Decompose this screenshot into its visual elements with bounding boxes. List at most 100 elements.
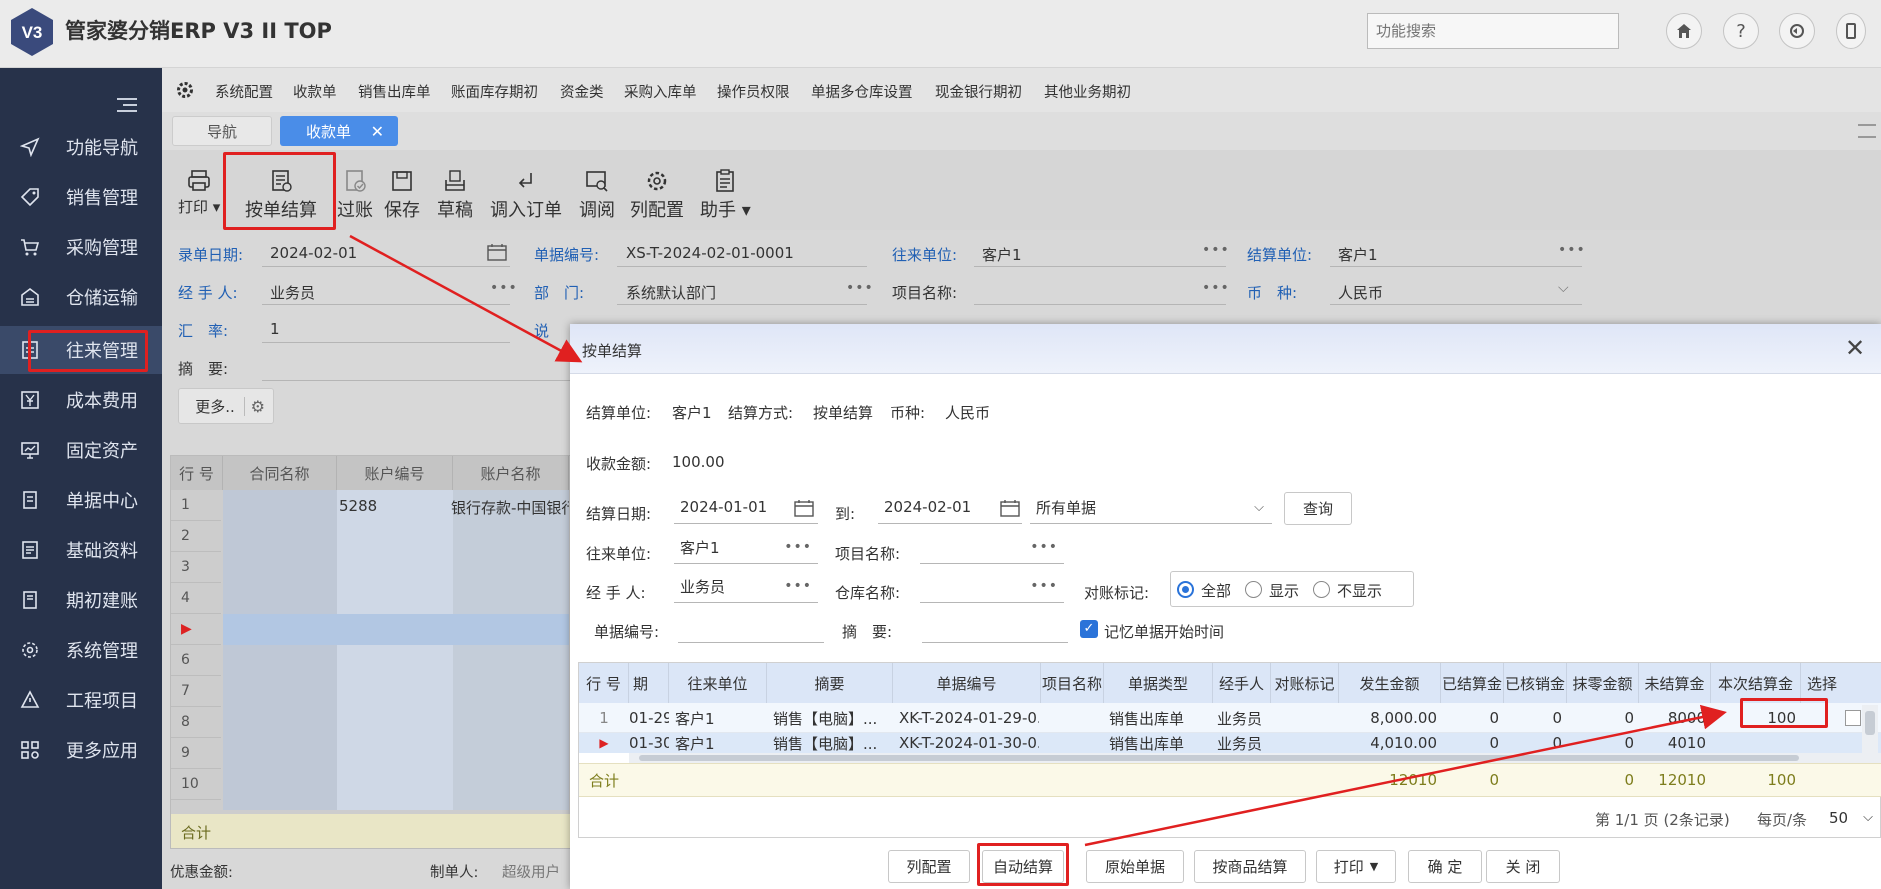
home-button[interactable]: [1666, 13, 1702, 49]
menu-link[interactable]: 资金类: [560, 81, 604, 102]
help-button[interactable]: ?: [1723, 13, 1759, 49]
sidebar-item-sales[interactable]: 销售管理: [0, 173, 162, 221]
menu-link[interactable]: 销售出库单: [358, 81, 431, 102]
menu-link[interactable]: 操作员权限: [717, 81, 790, 102]
account-no-cell[interactable]: 5288: [339, 497, 377, 515]
horizontal-scrollbar[interactable]: [629, 753, 1881, 763]
window-button[interactable]: [1836, 13, 1866, 49]
more-button[interactable]: 更多.. ⚙: [178, 388, 274, 424]
calendar-icon[interactable]: [794, 499, 814, 517]
calendar-icon[interactable]: [487, 243, 507, 261]
dlg-warehouse-input[interactable]: •••: [920, 570, 1064, 603]
assistant-button[interactable]: 助手 ▾: [700, 168, 751, 222]
account-name-cell[interactable]: 银行存款-中国银行: [451, 497, 569, 518]
settle-unit-value[interactable]: 客户1: [1338, 244, 1378, 265]
calendar-icon[interactable]: [1000, 499, 1020, 517]
vertical-scrollbar[interactable]: [1862, 705, 1878, 753]
sidebar-item-function-nav[interactable]: 功能导航: [0, 123, 162, 171]
rate-label: 汇 率:: [178, 322, 229, 340]
sidebar-item-purchase[interactable]: 采购管理: [0, 223, 162, 271]
sidebar-item-system[interactable]: 系统管理: [0, 626, 162, 674]
bill-no-value[interactable]: XS-T-2024-02-01-0001: [626, 244, 794, 262]
handler-value[interactable]: 业务员: [270, 282, 315, 303]
menu-toggle-icon[interactable]: [117, 98, 137, 112]
menu-link[interactable]: 单据多仓库设置: [811, 81, 913, 102]
column-config-button[interactable]: 列配置: [888, 850, 970, 883]
sidebar-item-bill-center[interactable]: 单据中心: [0, 476, 162, 524]
dlg-project-input[interactable]: •••: [920, 531, 1064, 564]
settle-unit-more-icon[interactable]: •••: [1558, 242, 1586, 258]
per-page-select[interactable]: 50 ⌵: [1823, 805, 1877, 831]
query-button[interactable]: 查询: [1284, 492, 1352, 525]
rate-value[interactable]: 1: [270, 320, 280, 338]
settle-by-goods-button[interactable]: 按商品结算: [1194, 850, 1306, 883]
tab-navigation[interactable]: 导航: [172, 116, 272, 146]
post-button[interactable]: 过账: [337, 168, 373, 222]
handler-more-icon[interactable]: •••: [490, 280, 518, 296]
save-button[interactable]: 保存: [384, 168, 420, 222]
menu-link[interactable]: 账面库存期初: [451, 81, 538, 102]
function-search-input[interactable]: [1367, 13, 1619, 49]
draft-button[interactable]: 草稿: [437, 168, 473, 222]
import-order-button[interactable]: 调入订单: [490, 168, 562, 222]
tab-menu-icon[interactable]: [1858, 124, 1876, 138]
dlg-partner-input[interactable]: 客户1 •••: [674, 531, 818, 564]
dlg-bill-no-input[interactable]: [678, 610, 824, 643]
review-button[interactable]: 调阅: [579, 168, 615, 222]
menu-link[interactable]: 现金银行期初: [935, 81, 1022, 102]
dlg-bill-no-label: 单据编号:: [594, 623, 660, 641]
more-icon[interactable]: •••: [784, 578, 812, 594]
dlg-handler-input[interactable]: 业务员 •••: [674, 570, 818, 603]
sidebar-item-project[interactable]: 工程项目: [0, 676, 162, 724]
sidebar-item-more-apps[interactable]: 更多应用: [0, 726, 162, 774]
sidebar-item-cost[interactable]: 成本费用: [0, 376, 162, 424]
handler-label: 经 手 人:: [178, 284, 238, 302]
radio-all[interactable]: [1177, 581, 1194, 598]
list-icon: [22, 541, 38, 559]
sidebar-item-warehouse[interactable]: 仓储运输: [0, 273, 162, 321]
close-tab-icon[interactable]: ✕: [371, 122, 384, 141]
app-logo: V3: [8, 6, 56, 58]
bill-no-cell[interactable]: XK-T-2024-01-30-0...: [899, 733, 1039, 753]
dlg-bill-filter-select[interactable]: 所有单据 ⌵: [1030, 491, 1272, 524]
menu-link[interactable]: 系统配置: [215, 81, 273, 102]
currency-dropdown-icon[interactable]: ⌵: [1558, 280, 1569, 296]
ok-button[interactable]: 确 定: [1408, 850, 1482, 883]
dept-more-icon[interactable]: •••: [846, 280, 874, 296]
refresh-button[interactable]: [1779, 13, 1815, 49]
gear-icon: [647, 171, 667, 191]
sidebar-item-basic-data[interactable]: 基础资料: [0, 526, 162, 574]
sidebar-item-fixed-assets[interactable]: 固定资产: [0, 426, 162, 474]
dlg-summary-input[interactable]: [922, 610, 1068, 643]
currency-value[interactable]: 人民币: [1338, 282, 1383, 303]
dept-value[interactable]: 系统默认部门: [626, 282, 716, 303]
menu-link[interactable]: 其他业务期初: [1044, 81, 1131, 102]
this-settle-cell[interactable]: [1711, 733, 1796, 753]
dlg-receipt-value: 100.00: [672, 453, 725, 471]
sidebar-item-opening[interactable]: 期初建账: [0, 576, 162, 624]
more-icon[interactable]: •••: [1030, 539, 1058, 555]
select-checkbox[interactable]: [1845, 710, 1861, 726]
remember-start-time-checkbox[interactable]: ✓: [1080, 620, 1098, 638]
more-icon[interactable]: •••: [1030, 578, 1058, 594]
menu-link[interactable]: 收款单: [293, 81, 337, 102]
tab-receipt[interactable]: 收款单 ✕: [280, 116, 398, 146]
partner-more-icon[interactable]: •••: [1202, 242, 1230, 258]
partner-value[interactable]: 客户1: [982, 244, 1022, 265]
close-button[interactable]: 关 闭: [1486, 850, 1560, 883]
radio-show[interactable]: [1245, 581, 1262, 598]
project-more-icon[interactable]: •••: [1202, 280, 1230, 296]
radio-hide[interactable]: [1313, 581, 1330, 598]
date-value[interactable]: 2024-02-01: [270, 244, 357, 262]
column-config-button[interactable]: 列配置: [630, 168, 684, 222]
print-button[interactable]: 打印 ▾: [178, 168, 220, 217]
grid-header: 行 号: [171, 456, 223, 490]
dialog-close-icon[interactable]: ✕: [1845, 334, 1865, 362]
menu-link[interactable]: 采购入库单: [624, 81, 697, 102]
settings-icon[interactable]: ⚙: [243, 396, 265, 416]
more-icon[interactable]: •••: [784, 539, 812, 555]
original-bill-button[interactable]: 原始单据: [1086, 850, 1184, 883]
print-dropdown-button[interactable]: 打印 ▼: [1316, 850, 1396, 883]
settings-gear-icon[interactable]: [176, 81, 194, 99]
bill-no-cell[interactable]: XK-T-2024-01-29-0...: [899, 703, 1039, 733]
